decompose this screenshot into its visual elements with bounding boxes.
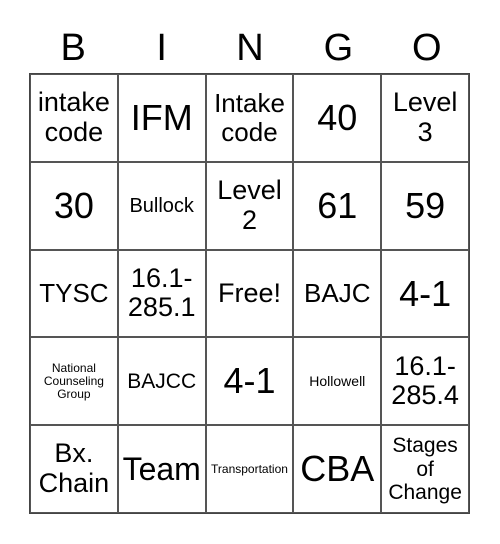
bingo-cell[interactable]: Hollowell [293,337,382,426]
header-letter-n: N [236,27,264,69]
bingo-cell[interactable]: Level 2 [205,161,294,250]
bingo-cell[interactable]: intake code [30,74,118,162]
header-letter-o: O [412,27,442,69]
bingo-cell[interactable]: National Counseling Group [30,337,118,426]
bingo-cell[interactable]: Bullock [117,161,206,250]
bingo-cell[interactable]: Level 3 [381,74,469,162]
bingo-cell[interactable]: BAJCC [117,337,206,426]
bingo-cell[interactable]: 4-1 [381,249,469,338]
bingo-cell[interactable]: IFM [117,74,206,162]
bingo-cell[interactable]: 4-1 [205,337,294,426]
bingo-cell[interactable]: Team [117,425,206,513]
header-letter-b: B [60,27,86,69]
bingo-cell[interactable]: 61 [293,161,382,250]
bingo-cell[interactable]: CBA [293,425,382,513]
bingo-cell[interactable]: BAJC [293,249,382,338]
bingo-cell[interactable]: TYSC [30,249,118,338]
bingo-header: B I N G O [29,20,471,76]
bingo-cell[interactable]: 40 [293,74,382,162]
header-letter-i: I [156,27,167,69]
bingo-cell[interactable]: Transportation [205,425,294,513]
bingo-cell[interactable]: Intake code [205,74,294,162]
bingo-cell[interactable]: 16.1-285.1 [117,249,206,338]
free-space[interactable]: Free! [205,249,294,338]
bingo-cell[interactable]: 16.1-285.4 [381,337,469,426]
bingo-cell[interactable]: Bx. Chain [30,425,118,513]
bingo-grid: intake code IFM Intake code 40 Level 3 3… [29,73,470,514]
bingo-cell[interactable]: 30 [30,161,118,250]
header-letter-g: G [323,27,354,69]
bingo-cell[interactable]: 59 [381,161,469,250]
bingo-cell[interactable]: Stages of Change [381,425,469,513]
